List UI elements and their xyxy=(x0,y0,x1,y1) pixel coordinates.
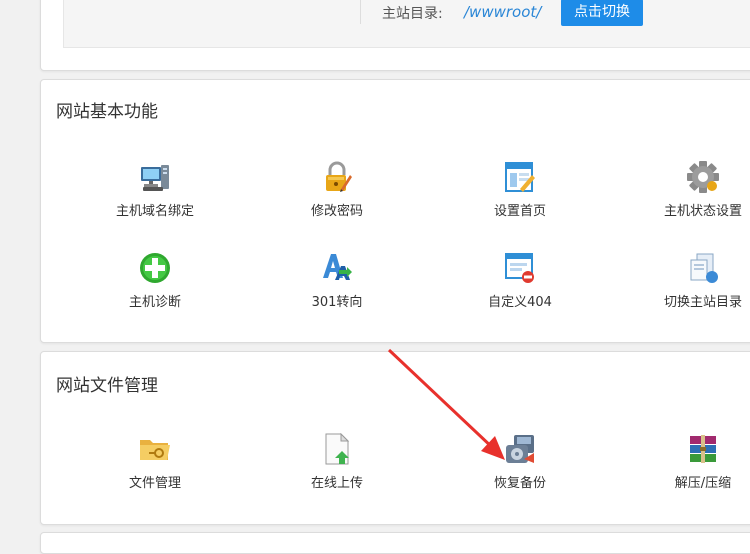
folder-key-icon xyxy=(140,440,170,460)
tool-custom-404[interactable]: 自定义404 xyxy=(460,252,580,312)
tool-label: 主机状态设置 xyxy=(663,204,742,219)
site-root-box: 主站目录: /wwwroot/ 点击切换 xyxy=(63,0,750,48)
section-title: 网站基本功能 xyxy=(56,102,158,122)
green-plus-icon xyxy=(140,253,170,283)
tool-extract-compress[interactable]: 解压/压缩 xyxy=(643,433,750,493)
tool-switch-root[interactable]: 切换主站目录 xyxy=(643,252,750,312)
letter-a-arrow-icon xyxy=(323,254,352,280)
tool-label: 设置首页 xyxy=(493,204,546,219)
tool-label: 解压/压缩 xyxy=(674,476,732,491)
tool-label: 主机域名绑定 xyxy=(115,204,194,219)
tool-301-redirect[interactable]: 301转向 xyxy=(277,252,397,312)
tool-label: 自定义404 xyxy=(488,295,552,310)
tool-set-homepage[interactable]: 设置首页 xyxy=(460,161,580,221)
tool-online-upload[interactable]: 在线上传 xyxy=(277,433,397,493)
tool-label: 文件管理 xyxy=(128,476,181,491)
next-panel-edge xyxy=(40,532,750,554)
server-monitor-icon xyxy=(141,165,169,191)
tool-file-manager[interactable]: 文件管理 xyxy=(95,433,215,493)
backup-restore-icon xyxy=(506,435,534,463)
page-error-icon xyxy=(505,253,534,283)
gear-icon xyxy=(687,161,719,193)
padlock-pencil-icon xyxy=(326,161,352,192)
tool-host-status[interactable]: 主机状态设置 xyxy=(643,161,750,221)
tool-label: 切换主站目录 xyxy=(663,295,742,310)
switch-root-button[interactable]: 点击切换 xyxy=(561,0,643,26)
window-edit-icon xyxy=(505,162,535,192)
archive-books-icon xyxy=(690,435,716,463)
documents-switch-icon xyxy=(690,253,718,283)
tool-domain-binding[interactable]: 主机域名绑定 xyxy=(95,161,215,221)
file-management-panel: 网站文件管理 文件管理 在线上传 恢复备份 解压/压缩 xyxy=(40,351,750,525)
tool-restore-backup[interactable]: 恢复备份 xyxy=(460,433,580,493)
basic-functions-panel: 网站基本功能 主机域名绑定 修改密码 设置首页 主机状态设置 主机诊断 301转… xyxy=(40,79,750,343)
tool-label: 主机诊断 xyxy=(128,295,181,310)
divider xyxy=(360,0,361,24)
tool-label: 恢复备份 xyxy=(493,476,546,491)
tool-label: 301转向 xyxy=(311,295,363,310)
site-root-panel: 主站目录: /wwwroot/ 点击切换 xyxy=(40,0,750,71)
tool-host-diagnosis[interactable]: 主机诊断 xyxy=(95,252,215,312)
root-directory-label: 主站目录: xyxy=(382,6,443,22)
tool-label: 修改密码 xyxy=(310,204,363,219)
tool-change-password[interactable]: 修改密码 xyxy=(277,161,397,221)
root-directory-path[interactable]: /wwwroot/ xyxy=(464,3,541,21)
tool-label: 在线上传 xyxy=(310,476,363,491)
section-title: 网站文件管理 xyxy=(56,376,158,396)
file-upload-icon xyxy=(325,433,350,465)
